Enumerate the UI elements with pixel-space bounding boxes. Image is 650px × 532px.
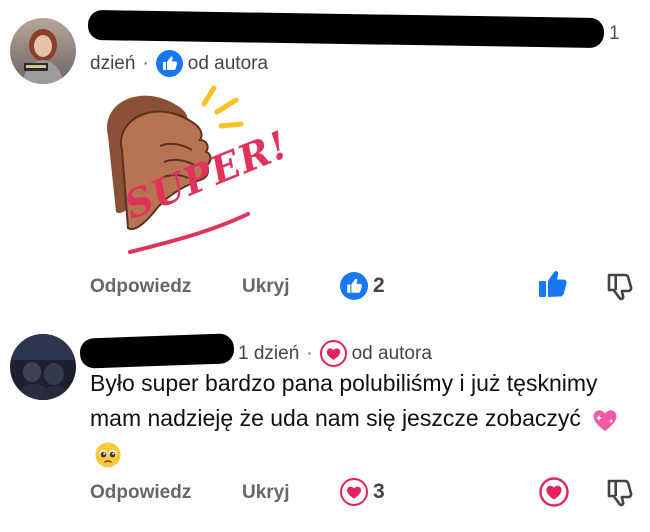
reply-count: 1 bbox=[609, 23, 620, 44]
avatar-photo bbox=[10, 334, 76, 400]
reaction-summary[interactable]: 2 bbox=[340, 272, 385, 300]
commenter-avatar[interactable] bbox=[10, 18, 76, 84]
thumbs-down-outline-icon bbox=[607, 273, 633, 301]
comment-time[interactable]: dzień bbox=[90, 53, 135, 75]
author-badge-label: od autora bbox=[351, 342, 432, 364]
comment-text: Było super bardzo pana polubiliśmy i już… bbox=[90, 370, 598, 431]
heart-filled-icon bbox=[539, 477, 569, 507]
dislike-button[interactable] bbox=[605, 475, 635, 512]
reaction-count: 3 bbox=[373, 480, 385, 503]
thumbs-down-outline-icon bbox=[607, 479, 633, 507]
reply-button[interactable]: Odpowiedz bbox=[90, 276, 191, 298]
dislike-button[interactable] bbox=[605, 269, 635, 306]
super-sticker[interactable]: SUPER! bbox=[100, 84, 295, 262]
hide-button[interactable]: Ukryj bbox=[242, 482, 290, 504]
hide-button[interactable]: Ukryj bbox=[242, 276, 290, 298]
comment-time[interactable]: 1 dzień bbox=[238, 343, 299, 365]
reaction-summary[interactable]: 3 bbox=[340, 478, 385, 506]
reply-button[interactable]: Odpowiedz bbox=[90, 482, 191, 504]
like-icon bbox=[155, 50, 183, 77]
pleading-face-icon bbox=[94, 441, 122, 469]
redacted-name bbox=[79, 333, 235, 369]
comment-meta: dzień · od autora bbox=[90, 50, 268, 77]
thumbs-up-filled-icon bbox=[539, 271, 567, 297]
avatar-photo bbox=[10, 18, 76, 84]
like-button[interactable] bbox=[537, 268, 569, 305]
comment-body: Było super bardzo pana polubiliśmy i już… bbox=[90, 366, 640, 471]
separator-dot: · bbox=[142, 52, 149, 74]
separator-dot: · bbox=[306, 342, 313, 364]
sparkling-heart-icon bbox=[591, 406, 619, 434]
commenter-avatar[interactable] bbox=[10, 334, 76, 400]
comment-meta: 1 dzień · od autora bbox=[238, 340, 432, 367]
heart-icon bbox=[340, 478, 368, 506]
redacted-name bbox=[87, 9, 605, 49]
reaction-count: 2 bbox=[373, 274, 385, 297]
like-icon bbox=[340, 272, 368, 300]
author-badge-label: od autora bbox=[187, 52, 269, 74]
heart-icon bbox=[319, 340, 347, 367]
heart-button[interactable] bbox=[539, 477, 569, 512]
